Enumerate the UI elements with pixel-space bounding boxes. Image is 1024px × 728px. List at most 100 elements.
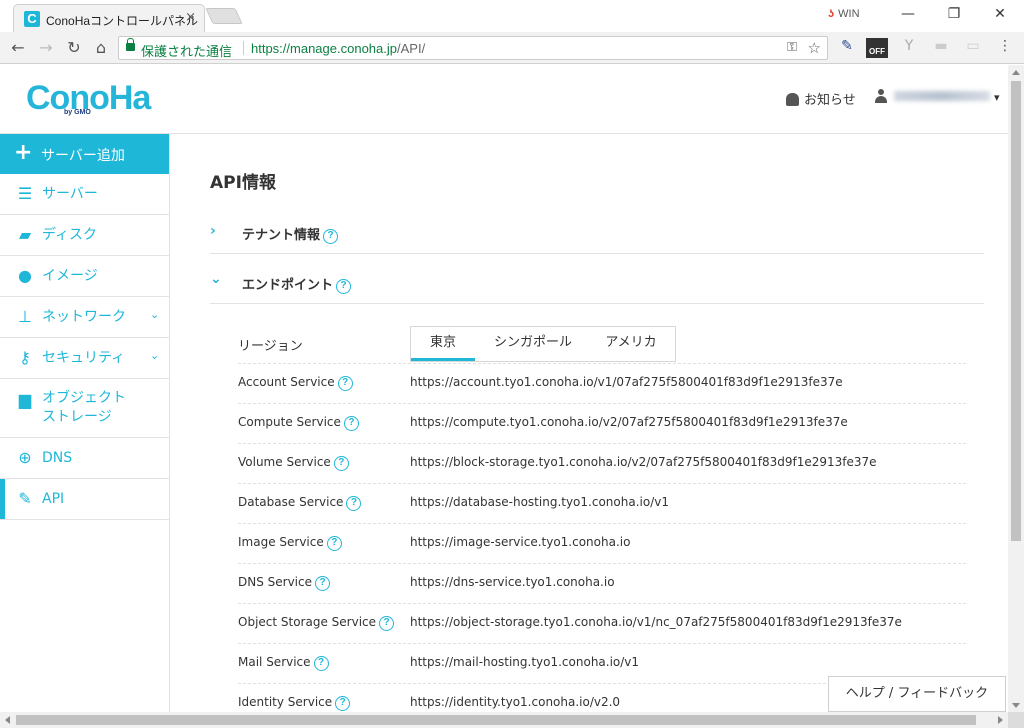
reload-button[interactable]: ↻ bbox=[63, 37, 85, 59]
scroll-left-icon[interactable] bbox=[5, 716, 10, 724]
win-logo-icon: ʖ bbox=[828, 8, 835, 20]
help-icon[interactable]: ? bbox=[315, 576, 330, 591]
endpoint-url: https://compute.tyo1.conoha.io/v2/07af27… bbox=[410, 415, 848, 429]
folder-icon: ▆ bbox=[18, 390, 32, 409]
endpoint-name-text: Object Storage Service bbox=[238, 615, 377, 629]
bell-icon bbox=[786, 93, 799, 106]
minimize-button[interactable]: — bbox=[898, 4, 918, 24]
scroll-right-icon[interactable] bbox=[998, 716, 1003, 724]
accordion-endpoint[interactable]: ⌄ エンドポイント? bbox=[210, 260, 984, 304]
endpoint-name-text: DNS Service bbox=[238, 575, 312, 589]
endpoint-url: https://dns-service.tyo1.conoha.io bbox=[410, 575, 615, 589]
sidebar-item-image[interactable]: ● イメージ bbox=[0, 256, 169, 297]
table-row: Database Service? https://database-hosti… bbox=[238, 483, 966, 523]
help-icon[interactable]: ? bbox=[336, 279, 352, 294]
url-path: /API/ bbox=[397, 41, 426, 56]
browser-menu-icon[interactable]: ⋮ bbox=[998, 38, 1012, 54]
notifications-link[interactable]: お知らせ bbox=[786, 89, 856, 108]
app-header: ConoHa by GMO お知らせ ▾ bbox=[0, 65, 1008, 134]
endpoint-name-text: Compute Service bbox=[238, 415, 341, 429]
endpoint-name: Image Service? bbox=[238, 535, 342, 551]
sidebar-item-server[interactable]: ☰ サーバー bbox=[0, 174, 169, 215]
plug-icon: ✎ bbox=[18, 489, 32, 508]
accordion-tenant-info[interactable]: › テナント情報? bbox=[210, 210, 984, 254]
address-bar[interactable]: 保護された通信 https://manage.conoha.jp/API/ ⚿ … bbox=[118, 36, 828, 60]
sidebar-item-network[interactable]: ⊥ ネットワーク ⌄ bbox=[0, 297, 169, 338]
tool-extension-icon[interactable]: Y bbox=[898, 38, 920, 58]
tab-america[interactable]: アメリカ bbox=[591, 327, 671, 361]
endpoint-url: https://mail-hosting.tyo1.conoha.io/v1 bbox=[410, 655, 640, 669]
endpoint-url: https://block-storage.tyo1.conoha.io/v2/… bbox=[410, 455, 877, 469]
accordion-title-text: テナント情報 bbox=[242, 228, 321, 243]
plus-icon: + bbox=[14, 140, 33, 165]
tab-tokyo[interactable]: 東京 bbox=[411, 327, 475, 361]
back-button[interactable]: ← bbox=[7, 37, 29, 59]
sidebar-item-api[interactable]: ✎ API bbox=[0, 479, 169, 520]
scrollbar-corner bbox=[1008, 712, 1024, 728]
scroll-down-icon[interactable] bbox=[1012, 703, 1020, 708]
horizontal-scrollbar[interactable] bbox=[0, 712, 1008, 728]
off-extension-icon[interactable]: OFF bbox=[866, 38, 888, 58]
url-text[interactable]: https://manage.conoha.jp/API/ bbox=[251, 41, 425, 56]
help-icon[interactable]: ? bbox=[343, 416, 359, 431]
endpoint-name: Account Service? bbox=[238, 375, 353, 391]
endpoint-name: Object Storage Service? bbox=[238, 615, 395, 631]
add-server-button[interactable]: + サーバー追加 bbox=[0, 134, 169, 174]
help-icon[interactable]: ? bbox=[333, 456, 349, 471]
sidebar-item-label: ネットワーク bbox=[42, 309, 126, 325]
region-tabs: 東京 シンガポール アメリカ bbox=[410, 326, 676, 362]
sidebar: + サーバー追加 ☰ サーバー ▰ ディスク ● イメージ ⊥ ネットワーク ⌄… bbox=[0, 134, 170, 712]
table-row: Account Service? https://account.tyo1.co… bbox=[238, 363, 966, 403]
new-tab-button[interactable] bbox=[205, 8, 243, 24]
bookmark-star-icon[interactable]: ☆ bbox=[808, 39, 821, 57]
help-feedback-button[interactable]: ヘルプ / フィードバック bbox=[828, 676, 1006, 712]
sidebar-item-security[interactable]: ⚷ セキュリティ ⌄ bbox=[0, 338, 169, 379]
endpoint-name-text: Database Service bbox=[238, 495, 344, 509]
scroll-up-icon[interactable] bbox=[1012, 70, 1020, 75]
horizontal-scroll-thumb[interactable] bbox=[16, 715, 976, 725]
help-icon[interactable]: ? bbox=[326, 536, 342, 551]
help-icon[interactable]: ? bbox=[379, 616, 395, 631]
maximize-button[interactable]: ❐ bbox=[944, 4, 964, 24]
chevron-right-icon: › bbox=[210, 223, 216, 239]
help-icon[interactable]: ? bbox=[346, 496, 362, 511]
omnibox-divider bbox=[243, 41, 244, 55]
win-badge[interactable]: ʖ WIN bbox=[828, 8, 860, 20]
help-icon[interactable]: ? bbox=[335, 696, 351, 711]
lock-icon bbox=[126, 38, 135, 51]
sidebar-item-label: オブジェクト bbox=[42, 390, 126, 406]
main-content: API情報 › テナント情報? ⌄ エンドポイント? リージョン 東京 シンガポ… bbox=[170, 134, 1008, 712]
display-extension-icon[interactable]: ▭ bbox=[962, 38, 984, 58]
chevron-down-icon: ⌄ bbox=[150, 349, 160, 362]
pen-extension-icon[interactable]: ✎ bbox=[836, 38, 858, 58]
user-name-blurred bbox=[894, 91, 990, 101]
chevron-down-icon: ⌄ bbox=[150, 308, 160, 321]
box-extension-icon[interactable]: ▬ bbox=[930, 38, 952, 58]
sidebar-item-dns[interactable]: ⊕ DNS bbox=[0, 438, 169, 479]
tab-title: ConoHaコントロールパネル bbox=[46, 14, 199, 28]
window-close-button[interactable]: ✕ bbox=[990, 4, 1010, 24]
win-badge-label: WIN bbox=[838, 8, 860, 20]
endpoint-name-text: Identity Service bbox=[238, 695, 333, 709]
help-icon[interactable]: ? bbox=[323, 229, 339, 244]
accordion-title: テナント情報? bbox=[242, 224, 339, 244]
endpoint-url: https://identity.tyo1.conoha.io/v2.0 bbox=[410, 695, 621, 709]
tab-close-icon[interactable]: × bbox=[185, 10, 196, 25]
user-menu[interactable]: ▾ bbox=[874, 89, 1000, 105]
vertical-scrollbar[interactable] bbox=[1008, 65, 1024, 712]
sidebar-item-label: ディスク bbox=[42, 227, 98, 243]
forward-button[interactable]: → bbox=[35, 37, 57, 59]
sidebar-item-object-storage[interactable]: ▆ オブジェクト ストレージ bbox=[0, 379, 169, 438]
table-row: Image Service? https://image-service.tyo… bbox=[238, 523, 966, 563]
help-icon[interactable]: ? bbox=[337, 376, 353, 391]
key-icon[interactable]: ⚿ bbox=[787, 40, 797, 55]
sidebar-item-disk[interactable]: ▰ ディスク bbox=[0, 215, 169, 256]
endpoint-name-text: Volume Service bbox=[238, 455, 331, 469]
home-button[interactable]: ⌂ bbox=[90, 37, 112, 59]
tab-singapore[interactable]: シンガポール bbox=[483, 327, 583, 361]
table-row: Object Storage Service? https://object-s… bbox=[238, 603, 966, 643]
help-icon[interactable]: ? bbox=[313, 656, 329, 671]
browser-tab[interactable]: C ConoHaコントロールパネル × bbox=[13, 4, 205, 32]
logo-subtext: by GMO bbox=[64, 109, 91, 116]
vertical-scroll-thumb[interactable] bbox=[1011, 81, 1021, 541]
